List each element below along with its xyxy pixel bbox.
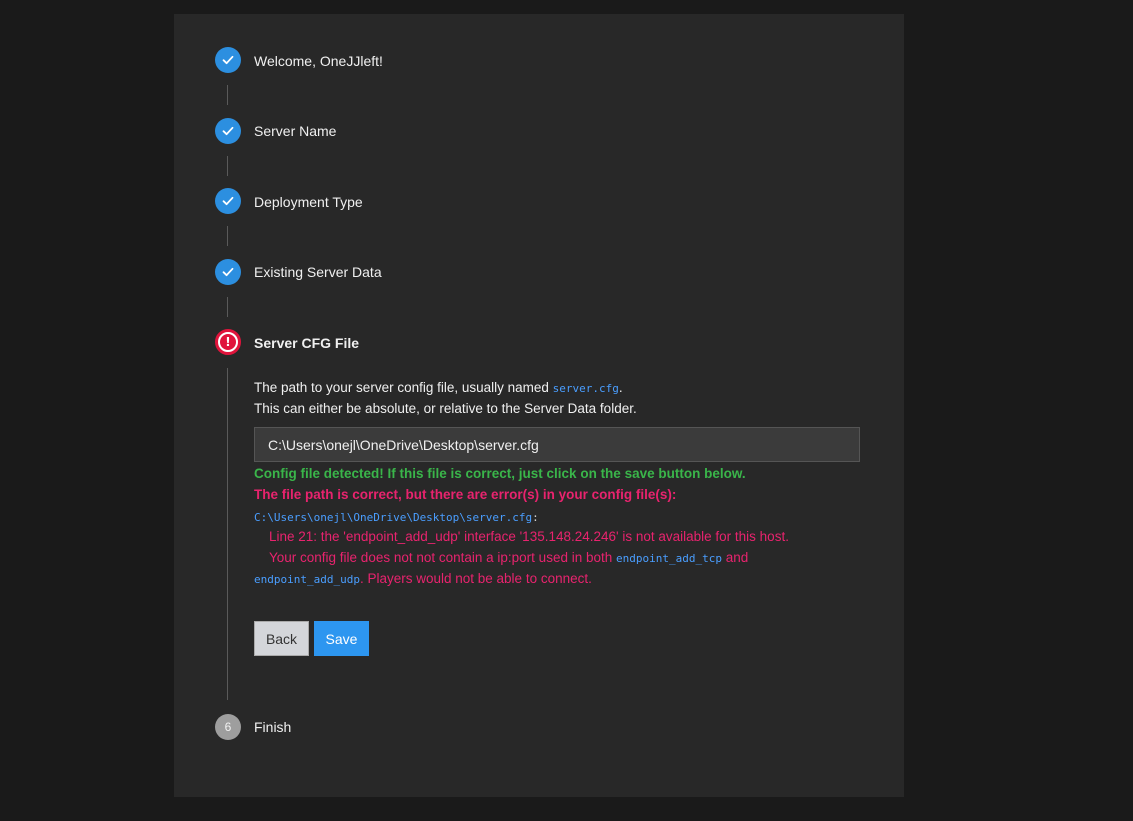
- config-error-2: Your config file does not not contain a …: [269, 548, 748, 569]
- cfg-description: The path to your server config file, usu…: [254, 378, 623, 399]
- config-error-1: Line 21: the 'endpoint_add_udp' interfac…: [269, 529, 789, 544]
- step-3-label[interactable]: Deployment Type: [254, 192, 363, 212]
- error-file-path: C:\Users\onejl\OneDrive\Desktop\server.c…: [254, 511, 533, 524]
- config-error-2-cont: endpoint_add_udp. Players would not be a…: [254, 569, 592, 590]
- step-3-check-icon: [215, 188, 241, 214]
- step-1-label[interactable]: Welcome, OneJJleft!: [254, 51, 383, 71]
- cfg-description-text: The path to your server config file, usu…: [254, 380, 553, 395]
- exclamation-icon: !: [220, 334, 236, 350]
- step-connector: [227, 85, 228, 105]
- error-2-mid: and: [721, 550, 749, 565]
- step-1-check-icon: [215, 47, 241, 73]
- step-connector: [227, 156, 228, 176]
- back-button[interactable]: Back: [254, 621, 309, 656]
- cfg-filename-code: server.cfg: [552, 382, 619, 395]
- config-error-heading: The file path is correct, but there are …: [254, 487, 677, 502]
- save-button[interactable]: Save: [314, 621, 369, 656]
- setup-wizard-panel: Welcome, OneJJleft! Server Name Deployme…: [174, 14, 904, 797]
- step-4-check-icon: [215, 259, 241, 285]
- endpoint-udp-code: endpoint_add_udp: [254, 573, 360, 586]
- step-6-label[interactable]: Finish: [254, 717, 291, 737]
- config-detected-message: Config file detected! If this file is co…: [254, 466, 746, 481]
- config-error-file: C:\Users\onejl\OneDrive\Desktop\server.c…: [254, 507, 539, 528]
- step-2-check-icon: [215, 118, 241, 144]
- cfg-description-line2: This can either be absolute, or relative…: [254, 401, 637, 416]
- step-connector: [227, 226, 228, 246]
- step-6-number-icon: 6: [215, 714, 241, 740]
- step-connector: [227, 297, 228, 317]
- endpoint-tcp-code: endpoint_add_tcp: [616, 552, 722, 565]
- step-4-label[interactable]: Existing Server Data: [254, 262, 382, 282]
- step-6-number: 6: [224, 720, 232, 734]
- cfg-path-input[interactable]: [254, 427, 860, 462]
- error-2-text: Your config file does not not contain a …: [269, 550, 616, 565]
- cfg-description-end: .: [618, 380, 623, 395]
- step-5-label: Server CFG File: [254, 335, 360, 351]
- step-2-label[interactable]: Server Name: [254, 121, 336, 141]
- step-5-error-icon: !: [215, 329, 241, 355]
- step-connector: [227, 368, 228, 700]
- error-2-end: . Players would not be able to connect.: [359, 571, 592, 586]
- error-file-colon: :: [532, 511, 539, 524]
